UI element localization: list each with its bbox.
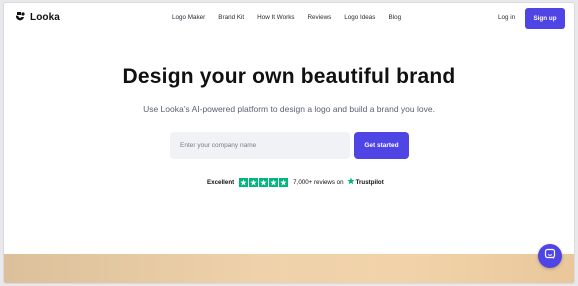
nav-item-logo-maker[interactable]: Logo Maker: [172, 14, 205, 21]
chat-launcher-button[interactable]: [538, 244, 562, 268]
star-icon: [239, 177, 249, 187]
login-link[interactable]: Log in: [498, 14, 515, 21]
trustpilot-label: Trustpilot: [355, 178, 384, 186]
nav-item-logo-ideas[interactable]: Logo Ideas: [344, 14, 375, 21]
hero-bottom-band: [4, 254, 574, 283]
trustpilot-brand: Trustpilot: [346, 177, 384, 187]
site-header: Looka Logo Maker Brand Kit How It Works …: [4, 3, 574, 35]
company-name-input[interactable]: [170, 132, 350, 159]
logo-wordmark: Looka: [30, 11, 60, 23]
star-icon: [249, 177, 259, 187]
nav-item-reviews[interactable]: Reviews: [308, 14, 332, 21]
main-nav: Logo Maker Brand Kit How It Works Review…: [172, 14, 414, 21]
trustpilot-rating[interactable]: Excellent 7,000+ reviews on Trustpilot: [207, 177, 384, 187]
browser-viewport: Looka Logo Maker Brand Kit How It Works …: [4, 3, 574, 283]
get-started-button[interactable]: Get started: [354, 132, 409, 159]
star-icon: [259, 177, 269, 187]
hero-subheadline: Use Looka’s AI-powered platform to desig…: [143, 104, 435, 114]
chat-icon: [544, 247, 556, 265]
nav-item-blog[interactable]: Blog: [388, 14, 401, 21]
signup-button[interactable]: Sign up: [525, 8, 565, 29]
reviews-count: 7,000+ reviews on: [293, 178, 344, 186]
star-icon: [269, 177, 279, 187]
hero-headline: Design your own beautiful brand: [122, 65, 456, 88]
star-icon: [279, 177, 289, 187]
looka-logo-icon: [14, 11, 26, 23]
rating-label: Excellent: [207, 178, 235, 186]
rating-stars: [239, 177, 289, 187]
nav-item-brand-kit[interactable]: Brand Kit: [218, 14, 244, 21]
looka-logo[interactable]: Looka: [14, 11, 60, 23]
nav-item-how-it-works[interactable]: How It Works: [257, 14, 294, 21]
trustpilot-star-icon: [346, 177, 355, 187]
